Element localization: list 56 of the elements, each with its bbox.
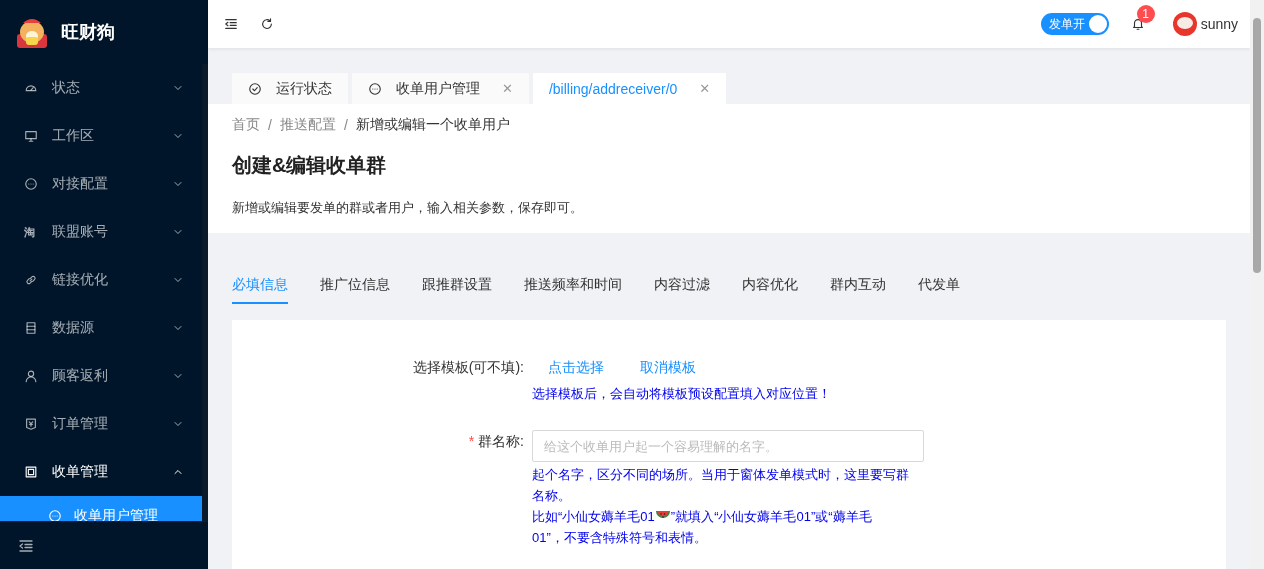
field-label: 选择模板(可不填): [411,358,524,377]
page-tab[interactable]: 收单用户管理 ✕ [352,73,529,104]
chat-icon [24,177,38,191]
sidebar-item[interactable]: 工作区 [0,112,202,160]
sidebar-item[interactable]: 淘 联盟账号 [0,208,202,256]
user-name[interactable]: sunny [1200,16,1238,32]
tao-icon: 淘 [24,224,38,240]
page-title: 创建&编辑收单群 [232,153,388,178]
refresh-icon[interactable] [260,17,274,31]
bell-icon[interactable] [1130,17,1145,31]
form-tab[interactable]: 跟推群设置 [422,267,492,304]
scrollbar-thumb[interactable] [1253,18,1261,273]
tab-label[interactable]: 运行状态 [276,79,332,98]
page-tab[interactable]: 运行状态 [232,73,348,104]
app-title: 旺财狗 [61,21,115,44]
menu-fold-icon [18,537,34,554]
list-icon [24,321,38,335]
menu-fold-icon[interactable] [224,17,238,31]
form-tab[interactable]: 推送频率和时间 [524,267,622,304]
field-label: 群名称: [478,433,524,449]
hint-text: 起个名字，区分不同的场所。当用于窗体发单模式时，这里要写群名称。 [532,466,910,505]
form-tab[interactable]: 代发单 [918,267,960,304]
sidebar-item[interactable]: 对接配置 [0,160,202,208]
breadcrumb-link[interactable]: 推送配置 [279,116,336,134]
sidebar-item[interactable]: 数据源 [0,304,202,352]
sidebar-item[interactable]: 订单管理 [0,400,202,448]
avatar[interactable] [1172,12,1197,36]
check-circle-icon [248,81,262,96]
user-icon [24,369,38,383]
hint-text: 选择模板后，会自动将模板预设配置填入对应位置！ [532,385,832,403]
hint-text: 01”，不要含特殊符号和表情。 [532,529,708,547]
breadcrumb-separator: / [343,117,348,133]
sidebar-item[interactable]: 顾客返利 [0,352,202,400]
sidebar-item[interactable]: 状态 [0,64,202,112]
breadcrumb-link[interactable]: 首页 [232,116,260,134]
tab-label[interactable]: 收单用户管理 [396,79,480,98]
form-tab[interactable]: 内容过滤 [654,267,710,304]
breadcrumb-current: 新增或编辑一个收单用户 [355,116,510,134]
link-icon [24,273,38,287]
notification-badge: 1 [1136,5,1155,23]
monitor-icon [24,129,38,143]
logo-icon [17,16,47,48]
page-description: 新增或编辑要发单的群或者用户，输入相关参数，保存即可。 [232,199,584,217]
sidebar-item[interactable]: 收单管理 [0,448,202,496]
sidebar-item[interactable]: 链接优化 [0,256,202,304]
form-tab[interactable]: 推广位信息 [320,267,390,304]
chat-icon [48,509,62,521]
form-tab[interactable]: 群内互动 [830,267,886,304]
yen-icon [24,417,38,431]
breadcrumb-separator: / [268,117,272,133]
table-icon [24,465,38,479]
chat-icon [368,81,382,96]
hint-text: 比如“小仙女薅羊毛01 [532,509,655,524]
required-mark: * [468,433,475,449]
hint-text: ”就填入“小仙女薅羊毛01”或“薅羊毛 [670,509,872,524]
form-tab[interactable]: 内容优化 [742,267,798,304]
